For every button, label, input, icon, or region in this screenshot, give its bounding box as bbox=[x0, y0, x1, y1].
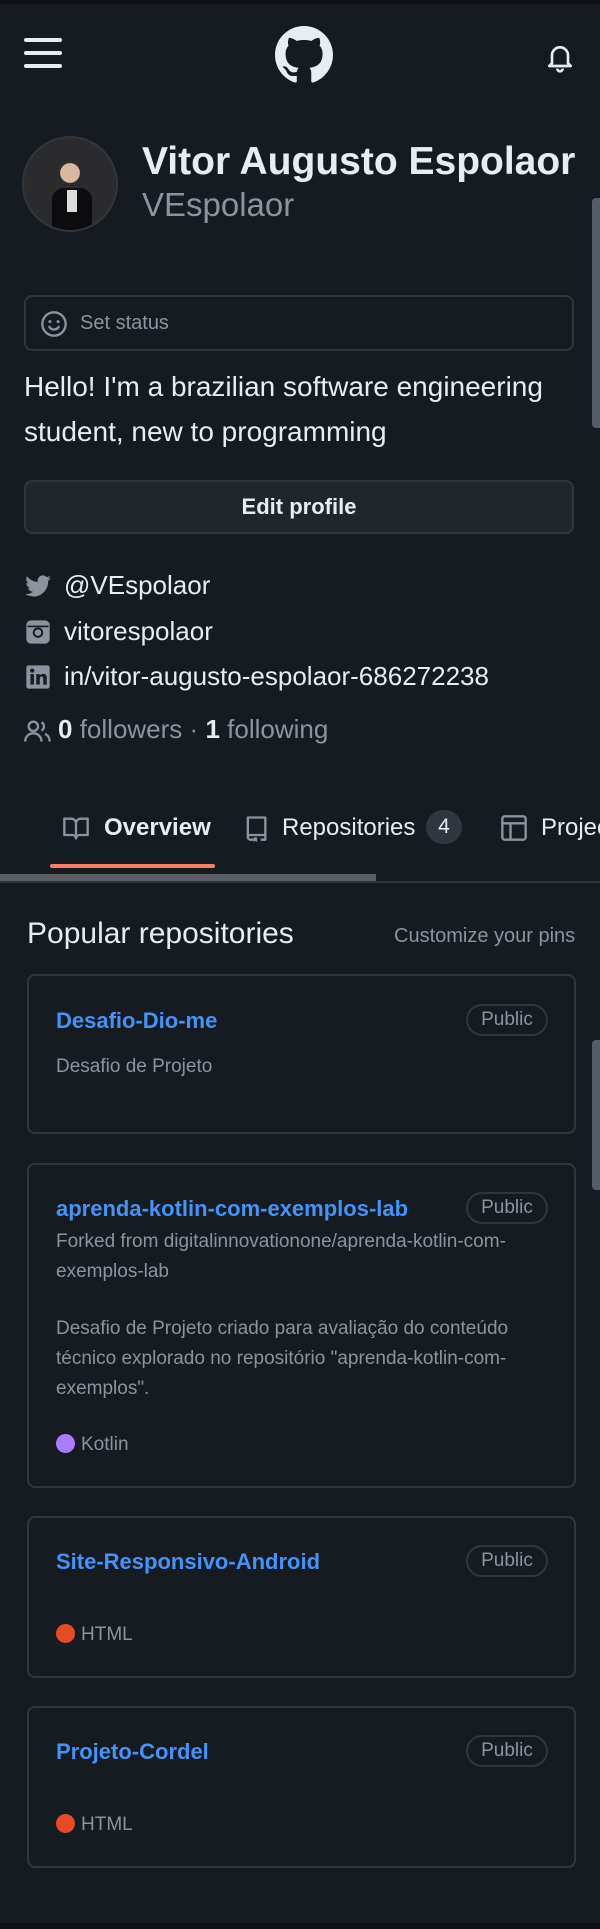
visibility-badge: Public bbox=[466, 1735, 548, 1767]
follow-separator: · bbox=[189, 714, 199, 744]
language-label: Kotlin bbox=[81, 1434, 129, 1455]
repo-language: Kotlin bbox=[56, 1434, 129, 1456]
bell-icon[interactable] bbox=[544, 42, 576, 74]
github-logo-icon[interactable] bbox=[275, 26, 333, 84]
language-color-dot bbox=[56, 1434, 75, 1453]
twitter-icon bbox=[25, 575, 51, 597]
profile-full-name: Vitor Augusto Espolaor bbox=[142, 140, 576, 183]
repo-card: Projeto-Cordel Public HTML bbox=[27, 1706, 576, 1868]
status-bar-edge bbox=[0, 0, 600, 4]
tab-overview[interactable]: Overview bbox=[62, 790, 212, 866]
tab-repositories-label: Repositories bbox=[282, 814, 416, 841]
edit-profile-button[interactable]: Edit profile bbox=[24, 480, 574, 534]
profile-username: VEspolaor bbox=[142, 186, 295, 223]
followers-label[interactable]: followers bbox=[80, 714, 183, 744]
people-icon bbox=[24, 720, 51, 742]
tab-repositories[interactable]: Repositories 4 bbox=[242, 790, 462, 866]
repo-name-link[interactable]: Desafio-Dio-me bbox=[56, 1008, 217, 1034]
repo-card: Desafio-Dio-me Public Desafio de Projeto bbox=[27, 974, 576, 1134]
repo-card: Site-Responsivo-Android Public HTML bbox=[27, 1516, 576, 1678]
book-icon bbox=[63, 817, 89, 840]
set-status-button[interactable]: Set status bbox=[24, 295, 574, 351]
active-tab-indicator bbox=[50, 864, 215, 868]
repo-language: HTML bbox=[56, 1814, 133, 1836]
following-count[interactable]: 1 bbox=[205, 714, 219, 744]
table-icon bbox=[501, 815, 527, 841]
tab-scrollbar[interactable] bbox=[0, 874, 376, 881]
profile-tabs: Overview Repositories 4 Projects bbox=[0, 790, 600, 882]
smiley-icon bbox=[41, 311, 67, 337]
visibility-badge: Public bbox=[466, 1545, 548, 1577]
language-color-dot bbox=[56, 1814, 75, 1833]
divider bbox=[0, 881, 600, 883]
tab-projects[interactable]: Projects bbox=[500, 790, 600, 866]
forked-from-link[interactable]: Forked from digitalinnovationone/aprenda… bbox=[56, 1227, 556, 1287]
visibility-badge: Public bbox=[466, 1004, 548, 1036]
tab-projects-label: Projects bbox=[541, 814, 600, 841]
followers-count[interactable]: 0 bbox=[58, 714, 72, 744]
visibility-badge: Public bbox=[466, 1192, 548, 1224]
repo-card: aprenda-kotlin-com-exemplos-lab Public F… bbox=[27, 1163, 576, 1488]
top-bar bbox=[0, 0, 600, 118]
language-label: HTML bbox=[81, 1624, 133, 1645]
repo-icon bbox=[246, 816, 267, 842]
bottom-edge bbox=[0, 1923, 600, 1929]
repositories-count-badge: 4 bbox=[426, 810, 462, 844]
repo-description: Desafio de Projeto criado para avaliação… bbox=[56, 1318, 509, 1399]
customize-pins-link[interactable]: Customize your pins bbox=[394, 925, 575, 948]
popular-repositories-title: Popular repositories bbox=[27, 917, 294, 950]
profile-bio: Hello! I'm a brazilian software engineer… bbox=[24, 371, 543, 447]
instagram-icon bbox=[26, 620, 50, 644]
repo-language: HTML bbox=[56, 1624, 133, 1646]
instagram-handle: vitorespolaor bbox=[64, 616, 213, 646]
tab-overview-label: Overview bbox=[104, 814, 211, 841]
twitter-handle: @VEspolaor bbox=[64, 570, 211, 600]
hamburger-menu-icon[interactable] bbox=[24, 38, 62, 70]
set-status-label: Set status bbox=[80, 312, 169, 334]
linkedin-icon bbox=[26, 665, 50, 689]
avatar[interactable] bbox=[22, 136, 118, 232]
following-label[interactable]: following bbox=[227, 714, 328, 744]
repo-description: Desafio de Projeto bbox=[56, 1056, 213, 1077]
page-scrollbar[interactable] bbox=[592, 1040, 600, 1190]
repo-name-link[interactable]: aprenda-kotlin-com-exemplos-lab bbox=[56, 1196, 408, 1222]
language-color-dot bbox=[56, 1624, 75, 1643]
linkedin-handle: in/vitor-augusto-espolaor-686272238 bbox=[64, 661, 489, 691]
language-label: HTML bbox=[81, 1814, 133, 1835]
repo-name-link[interactable]: Site-Responsivo-Android bbox=[56, 1549, 320, 1575]
repo-name-link[interactable]: Projeto-Cordel bbox=[56, 1739, 209, 1765]
page-scrollbar[interactable] bbox=[592, 198, 600, 428]
